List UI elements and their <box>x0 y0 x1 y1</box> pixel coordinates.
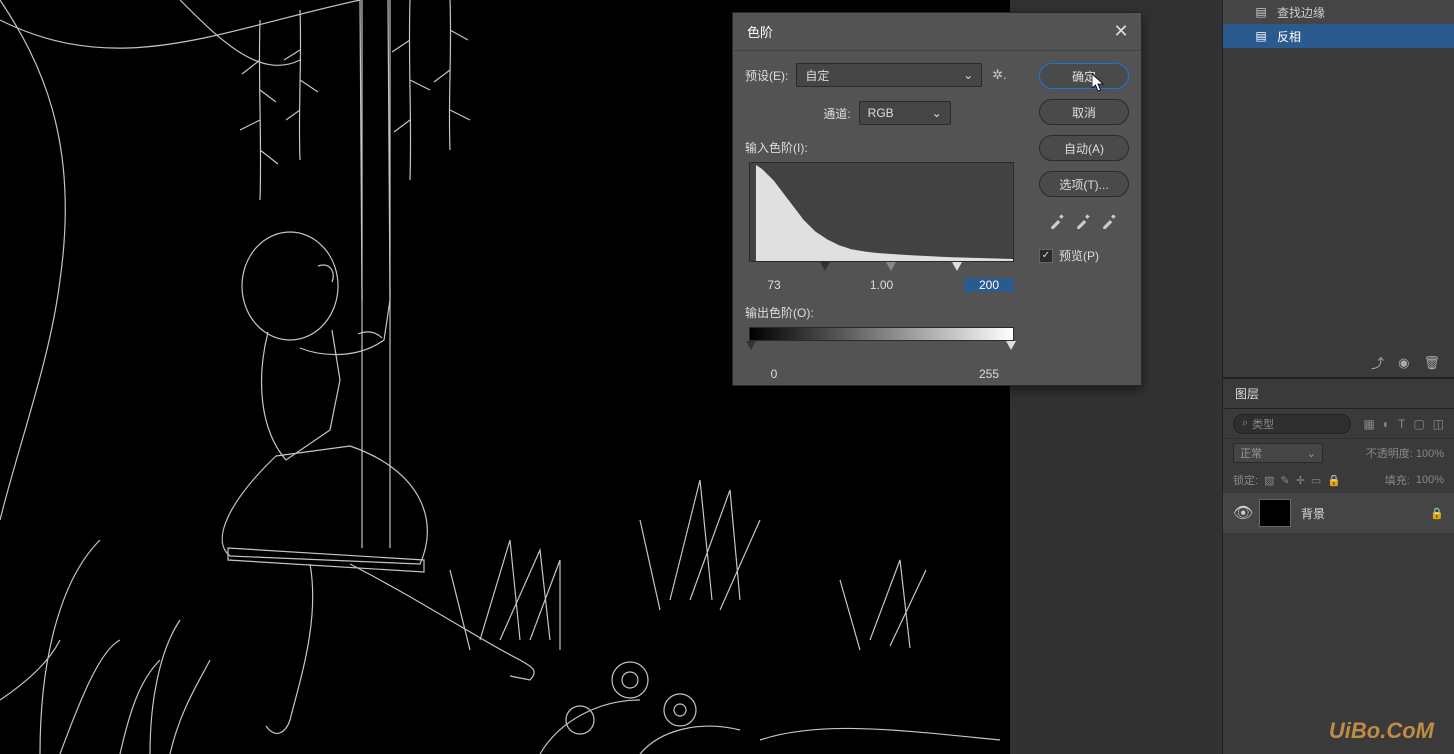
channel-value: RGB <box>868 106 894 120</box>
history-item-invert[interactable]: ▤ 反相 <box>1223 24 1454 48</box>
lock-icon[interactable]: 🔒 <box>1430 507 1444 520</box>
blend-mode-value: 正常 <box>1240 445 1262 461</box>
options-button[interactable]: 选项(T)... <box>1039 171 1129 197</box>
ok-button[interactable]: 确定 <box>1039 63 1129 89</box>
chevron-down-icon: ⌄ <box>963 68 973 82</box>
output-gradient[interactable] <box>749 327 1014 341</box>
filter-smart-icon[interactable]: ◫ <box>1433 417 1444 431</box>
preset-select[interactable]: 自定 ⌄ <box>796 63 982 87</box>
white-point-slider[interactable] <box>952 262 962 271</box>
filter-type-icon[interactable]: T <box>1398 417 1405 431</box>
lock-position-icon[interactable]: ✛ <box>1296 474 1305 487</box>
output-slider-track[interactable] <box>749 341 1014 353</box>
input-black-field[interactable] <box>749 278 799 292</box>
history-item-find-edges[interactable]: ▤ 查找边缘 <box>1223 0 1454 24</box>
filter-pixel-icon[interactable]: ▦ <box>1363 417 1374 431</box>
output-white-slider[interactable] <box>1006 341 1016 350</box>
opacity-value[interactable]: 100% <box>1416 448 1444 460</box>
gear-icon[interactable]: ✲. <box>990 66 1008 84</box>
gamma-slider[interactable] <box>886 262 896 271</box>
input-white-field[interactable] <box>964 278 1014 292</box>
input-levels-label: 输入色阶(I): <box>745 139 1029 156</box>
watermark: UiBo.CoM <box>1329 718 1434 744</box>
chevron-down-icon: ⌄ <box>932 106 942 120</box>
camera-icon[interactable]: ◉ <box>1398 355 1409 371</box>
preset-value: 自定 <box>805 67 829 84</box>
black-point-slider[interactable] <box>820 262 830 271</box>
auto-button[interactable]: 自动(A) <box>1039 135 1129 161</box>
history-panel-footer: ⤴ ◉ 🗑 <box>1223 348 1454 378</box>
history-item-label: 查找边缘 <box>1277 4 1325 21</box>
history-item-label: 反相 <box>1277 28 1301 45</box>
filter-shape-icon[interactable]: ▢ <box>1413 417 1424 431</box>
right-panels: ▤ 查找边缘 ▤ 反相 ⤴ ◉ 🗑 图层 ⌕ 类型 ▦ ◐ T ▢ ◫ <box>1222 0 1454 754</box>
filter-adjust-icon[interactable]: ◐ <box>1383 417 1390 431</box>
visibility-icon[interactable]: 👁 <box>1233 503 1249 523</box>
trash-icon[interactable]: 🗑 <box>1423 355 1440 371</box>
lock-label: 锁定: <box>1233 472 1258 488</box>
fill-label: 填充: <box>1385 472 1410 488</box>
layers-tab[interactable]: 图层 <box>1223 379 1454 409</box>
new-snapshot-icon[interactable]: ⤴ <box>1371 353 1384 372</box>
eyedropper-white-icon[interactable] <box>1101 211 1119 229</box>
eyedropper-gray-icon[interactable] <box>1075 211 1093 229</box>
filter-icon: ▤ <box>1253 4 1269 20</box>
close-icon[interactable]: ✕ <box>1111 22 1131 42</box>
chevron-down-icon: ⌄ <box>1307 447 1316 460</box>
lock-artboard-icon[interactable]: ▭ <box>1311 474 1321 487</box>
lock-all-icon[interactable]: 🔒 <box>1327 474 1341 487</box>
layer-thumbnail[interactable] <box>1259 499 1291 527</box>
layer-filter-select[interactable]: ⌕ 类型 <box>1233 414 1351 434</box>
blend-mode-select[interactable]: 正常 ⌄ <box>1233 443 1323 463</box>
output-black-field[interactable] <box>749 367 799 381</box>
lock-pixels-icon[interactable]: ▧ <box>1264 474 1274 487</box>
layers-panel: 图层 ⌕ 类型 ▦ ◐ T ▢ ◫ 正常 ⌄ 不透明度: 100% <box>1223 379 1454 533</box>
preview-checkbox[interactable]: ✓ <box>1039 249 1053 263</box>
layer-filter-label: 类型 <box>1252 416 1274 432</box>
layer-item-background[interactable]: 👁 背景 🔒 <box>1223 493 1454 533</box>
layer-name[interactable]: 背景 <box>1301 505 1420 522</box>
history-panel: ▤ 查找边缘 ▤ 反相 ⤴ ◉ 🗑 <box>1223 0 1454 379</box>
opacity-label: 不透明度: <box>1366 448 1413 460</box>
search-icon: ⌕ <box>1242 417 1248 430</box>
filter-icon: ▤ <box>1253 28 1269 44</box>
input-slider-track[interactable] <box>749 262 1014 274</box>
preset-label: 预设(E): <box>745 67 788 84</box>
output-levels-label: 输出色阶(O): <box>745 304 1029 321</box>
input-gamma-field[interactable] <box>857 278 907 292</box>
channel-label: 通道: <box>823 105 850 122</box>
levels-dialog: 色阶 ✕ 预设(E): 自定 ⌄ ✲. 通道: RGB ⌄ 输入色阶(I): <box>732 12 1142 386</box>
dialog-title: 色阶 <box>747 22 773 41</box>
dialog-titlebar[interactable]: 色阶 ✕ <box>733 13 1141 51</box>
output-black-slider[interactable] <box>746 341 756 350</box>
cursor-icon <box>1092 74 1106 94</box>
eyedropper-black-icon[interactable] <box>1049 211 1067 229</box>
preview-label: 预览(P) <box>1059 247 1099 264</box>
channel-select[interactable]: RGB ⌄ <box>859 101 951 125</box>
histogram[interactable] <box>749 162 1014 262</box>
fill-value[interactable]: 100% <box>1416 474 1444 486</box>
lock-brush-icon[interactable]: ✎ <box>1280 474 1289 487</box>
cancel-button[interactable]: 取消 <box>1039 99 1129 125</box>
output-white-field[interactable] <box>964 367 1014 381</box>
